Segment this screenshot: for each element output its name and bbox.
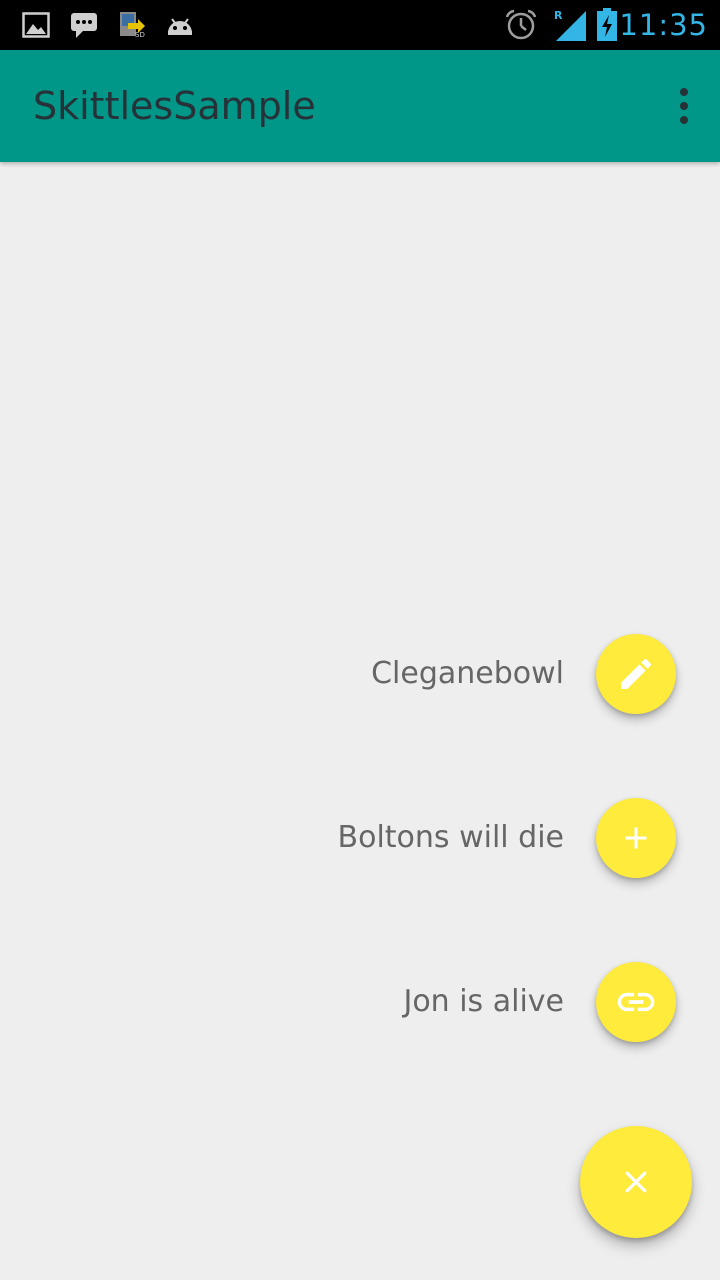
more-vert-icon	[680, 88, 688, 96]
app-title: SkittlesSample	[33, 84, 316, 128]
messaging-icon	[70, 0, 98, 50]
battery-charging-icon	[596, 0, 618, 50]
signal-icon: R	[552, 0, 588, 50]
more-vert-icon-dot	[680, 116, 688, 124]
close-icon	[625, 1171, 647, 1193]
fab-label-cleganebowl[interactable]: Cleganebowl	[371, 656, 564, 691]
main-fab-close[interactable]	[580, 1126, 692, 1238]
pencil-icon	[621, 658, 652, 689]
roaming-indicator: R	[554, 9, 563, 22]
status-time: 11:35	[619, 8, 708, 42]
overflow-menu-button[interactable]	[664, 78, 704, 134]
fab-label-jon[interactable]: Jon is alive	[403, 984, 564, 1019]
more-vert-icon-dot	[680, 102, 688, 110]
android-debug-icon	[166, 0, 194, 50]
fab-boltons[interactable]	[596, 798, 676, 878]
svg-text:SD: SD	[135, 31, 145, 39]
gallery-icon	[22, 0, 50, 50]
fab-label-boltons[interactable]: Boltons will die	[338, 820, 564, 855]
fab-jon[interactable]	[596, 962, 676, 1042]
fab-cleganebowl[interactable]	[596, 634, 676, 714]
app-bar: SkittlesSample	[0, 50, 720, 162]
alarm-icon	[504, 0, 538, 50]
link-icon	[617, 992, 655, 1012]
plus-icon	[625, 827, 647, 849]
status-bar: SD R 11:35	[0, 0, 720, 50]
sd-card-icon: SD	[118, 0, 146, 50]
